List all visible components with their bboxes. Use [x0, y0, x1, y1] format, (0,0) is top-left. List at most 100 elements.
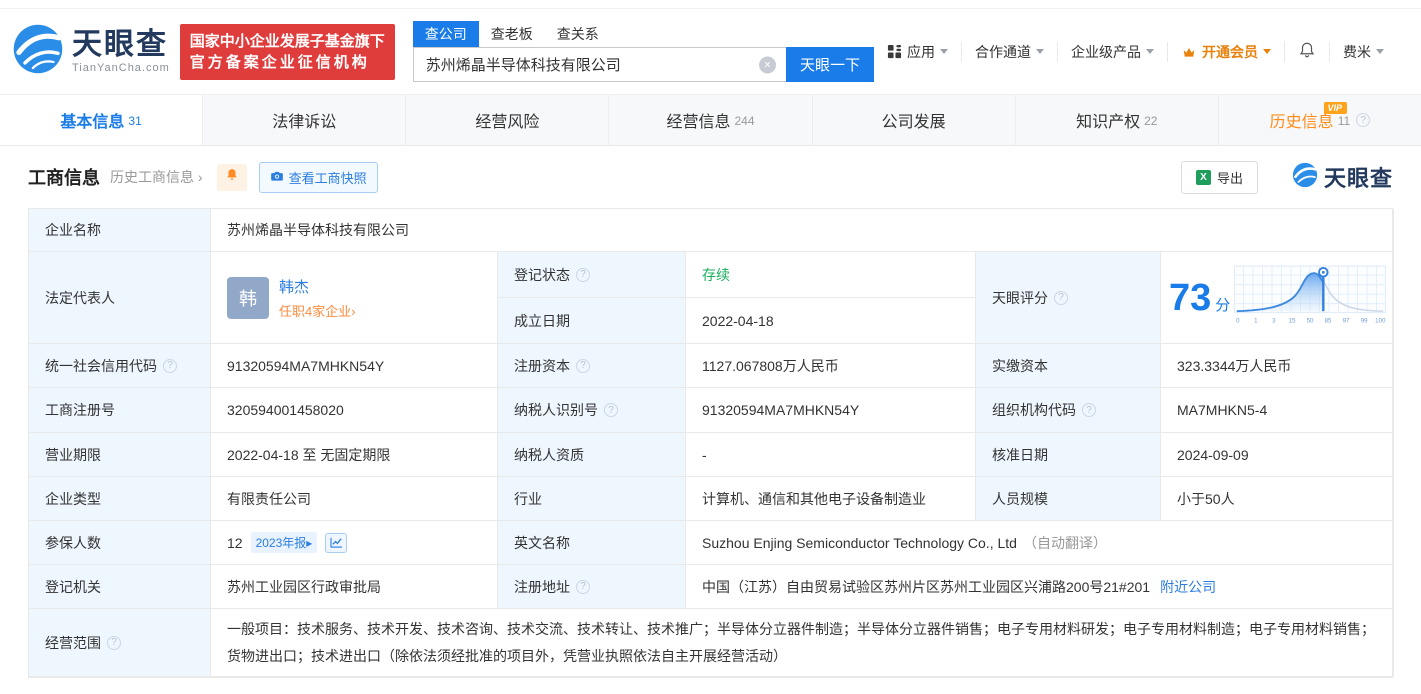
logo-brand-text: 天眼查 [72, 30, 170, 60]
vip-badge: VIP [1324, 102, 1347, 114]
help-icon[interactable]: ? [604, 403, 618, 417]
monitor-bell-button[interactable] [217, 164, 247, 191]
field-value-company-type: 有限责任公司 [211, 477, 498, 521]
search-area: 查公司 查老板 查关系 × 天眼一下 [413, 21, 874, 82]
gov-certification-badge: 国家中小企业发展子基金旗下 官方备案企业征信机构 [180, 24, 395, 80]
business-info-table: 企业名称 苏州烯晶半导体科技有限公司 法定代表人 韩 韩杰 任职4家企业› 登记… [28, 208, 1393, 678]
chevron-down-icon [1036, 49, 1044, 54]
legal-rep-companies-link[interactable]: 任职4家企业› [279, 301, 356, 320]
section-title: 工商信息 [28, 164, 100, 190]
tab-label: 法律诉讼 [272, 108, 336, 132]
legal-rep-name-link[interactable]: 韩杰 [279, 276, 356, 297]
logo-domain-text: TianYanCha.com [72, 62, 170, 74]
field-value-business-term: 2022-04-18 至 无固定期限 [211, 433, 498, 477]
svg-text:85: 85 [1325, 318, 1332, 325]
export-button[interactable]: X 导出 [1181, 161, 1258, 194]
nav-partner-channel[interactable]: 合作通道 [961, 42, 1057, 62]
field-label-approval-date: 核准日期 [976, 433, 1161, 477]
chevron-right-icon: › [198, 169, 203, 185]
apps-grid-icon [887, 44, 902, 59]
insured-trend-chart-button[interactable] [325, 533, 347, 553]
tab-legal-proceedings[interactable]: 法律诉讼 [203, 95, 406, 145]
tab-count: 22 [1144, 114, 1157, 128]
score-distribution-chart: 0 1 3 15 50 85 97 99 100 [1234, 264, 1386, 331]
tab-company-development[interactable]: 公司发展 [813, 95, 1016, 145]
nav-open-vip[interactable]: 开通会员 [1167, 42, 1284, 62]
history-business-info-link[interactable]: 历史工商信息 › [110, 167, 203, 187]
field-label-taxpayer-id: 纳税人识别号 ? [498, 388, 686, 433]
nearby-companies-link[interactable]: 附近公司 [1160, 577, 1216, 597]
field-label-company-type: 企业类型 [29, 477, 211, 521]
tab-history-info[interactable]: VIP 历史信息 11 ? [1219, 95, 1421, 145]
nav-notifications[interactable] [1284, 41, 1329, 62]
field-value-taxpayer-id: 91320594MA7MHKN54Y [686, 388, 976, 433]
help-icon[interactable]: ? [107, 636, 121, 650]
tab-label: 经营信息 [666, 108, 730, 132]
score-value: 73 [1169, 279, 1211, 317]
nav-apps[interactable]: 应用 [874, 42, 961, 62]
legal-rep-avatar[interactable]: 韩 [227, 277, 269, 319]
chevron-down-icon [940, 49, 948, 54]
search-tab-relation[interactable]: 查关系 [545, 21, 611, 47]
svg-text:3: 3 [1272, 318, 1276, 325]
search-tab-company[interactable]: 查公司 [413, 21, 479, 47]
field-label-legal-representative: 法定代表人 [29, 252, 211, 344]
bell-icon [1298, 41, 1316, 62]
help-icon[interactable]: ? [576, 268, 590, 282]
field-value-business-scope: 一般项目：技术服务、技术开发、技术咨询、技术交流、技术转让、技术推广；半导体分立… [211, 609, 1394, 677]
history-link-label: 历史工商信息 [110, 169, 194, 185]
nav-username: 费米 [1343, 42, 1371, 62]
watermark-brand-text: 天眼查 [1324, 161, 1393, 193]
svg-text:97: 97 [1343, 318, 1350, 325]
main-content: 工商信息 历史工商信息 › 查看工商快照 X 导出 天 [0, 146, 1421, 678]
tab-operating-info[interactable]: 经营信息 244 [609, 95, 812, 145]
svg-text:50: 50 [1307, 318, 1314, 325]
field-label-registered-capital: 注册资本 ? [498, 344, 686, 388]
score-unit: 分 [1215, 294, 1230, 315]
snapshot-button-label: 查看工商快照 [289, 168, 367, 187]
tab-label: 经营风险 [475, 108, 539, 132]
field-value-approval-date: 2024-09-09 [1161, 433, 1394, 477]
nav-user-menu[interactable]: 费米 [1329, 42, 1397, 62]
badge-line-2: 官方备案企业征信机构 [190, 52, 385, 73]
nav-vip-label: 开通会员 [1202, 42, 1258, 62]
line-chart-icon [330, 535, 343, 551]
excel-icon: X [1196, 170, 1211, 185]
field-label-registration-status: 登记状态 ? [498, 252, 686, 298]
field-label-staff-size: 人员规模 [976, 477, 1161, 521]
search-button[interactable]: 天眼一下 [786, 47, 874, 82]
field-value-legal-representative: 韩 韩杰 任职4家企业› [211, 252, 498, 344]
help-icon[interactable]: ? [576, 359, 590, 373]
clear-search-icon[interactable]: × [759, 56, 776, 73]
tab-count: 244 [734, 114, 754, 128]
svg-text:99: 99 [1361, 318, 1368, 325]
field-label-taxpayer-quality: 纳税人资质 [498, 433, 686, 477]
annual-report-tag[interactable]: 2023年报▸ [251, 532, 318, 553]
svg-text:15: 15 [1289, 318, 1296, 325]
nav-enterprise-products[interactable]: 企业级产品 [1057, 42, 1167, 62]
field-value-english-name: Suzhou Enjing Semiconductor Technology C… [686, 521, 1394, 565]
field-value-paid-capital: 323.3344万人民币 [1161, 344, 1394, 388]
top-nav: 应用 合作通道 企业级产品 开通会员 费米 [874, 41, 1397, 62]
field-label-english-name: 英文名称 [498, 521, 686, 565]
help-icon[interactable]: ? [163, 359, 177, 373]
nav-enterprise-label: 企业级产品 [1071, 42, 1141, 62]
help-icon[interactable]: ? [1054, 291, 1068, 305]
tab-basic-info[interactable]: 基本信息 31 [0, 95, 203, 145]
top-divider [0, 0, 1421, 9]
tab-operating-risk[interactable]: 经营风险 [406, 95, 609, 145]
field-label-industry: 行业 [498, 477, 686, 521]
tianyancha-logo[interactable]: 天眼查 TianYanCha.com [12, 23, 170, 80]
help-icon[interactable]: ? [1082, 403, 1096, 417]
tab-intellectual-property[interactable]: 知识产权 22 [1016, 95, 1219, 145]
help-icon[interactable]: ? [1356, 113, 1370, 127]
search-tabs: 查公司 查老板 查关系 [413, 21, 874, 47]
view-snapshot-button[interactable]: 查看工商快照 [259, 162, 378, 193]
search-tab-boss[interactable]: 查老板 [479, 21, 545, 47]
field-value-tianyan-score: 73 分 [1161, 252, 1394, 344]
search-input[interactable] [413, 47, 786, 82]
help-icon[interactable]: ? [576, 580, 590, 594]
field-value-registration-number: 320594001458020 [211, 388, 498, 433]
tab-label: 公司发展 [882, 108, 946, 132]
field-value-staff-size: 小于50人 [1161, 477, 1394, 521]
